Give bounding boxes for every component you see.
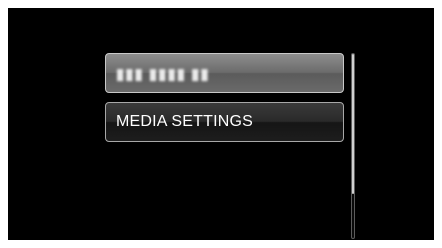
page: ▮▮▮ ▮▮▮▮ ▮▮ MEDIA SETTINGS bbox=[0, 0, 442, 248]
menu-item-label: ▮▮▮ ▮▮▮▮ ▮▮ bbox=[116, 66, 210, 83]
camera-menu-screen: ▮▮▮ ▮▮▮▮ ▮▮ MEDIA SETTINGS bbox=[8, 8, 434, 240]
menu-item-media-settings[interactable]: MEDIA SETTINGS bbox=[105, 102, 344, 142]
menu-item-label: MEDIA SETTINGS bbox=[116, 113, 254, 130]
scrollbar[interactable] bbox=[351, 53, 355, 239]
scrollbar-thumb[interactable] bbox=[352, 54, 354, 194]
menu-item-obscured[interactable]: ▮▮▮ ▮▮▮▮ ▮▮ bbox=[105, 53, 344, 93]
